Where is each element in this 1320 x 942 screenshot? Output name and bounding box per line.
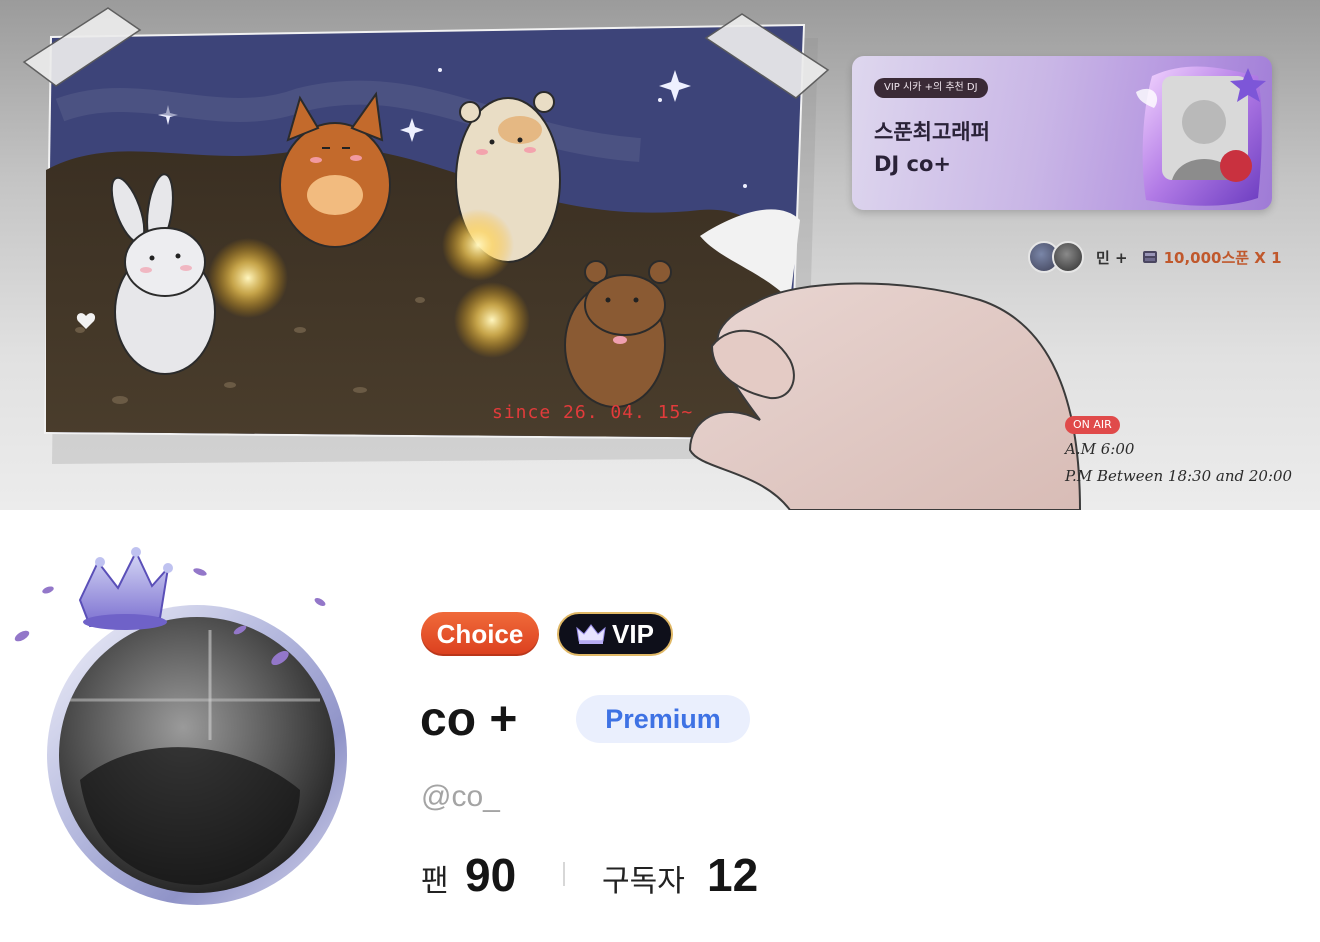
choice-badge: Choice [421, 612, 539, 656]
vip-badge-label: VIP [612, 618, 654, 649]
fan-count[interactable]: 90 [465, 848, 516, 902]
fan-count-label[interactable]: 팬 [421, 856, 449, 900]
since-date-stamp: since 26. 04. 15~ [492, 402, 694, 423]
subscriber-count[interactable]: 12 [707, 848, 758, 902]
subscriber-count-label[interactable]: 구독자 [602, 856, 685, 900]
crown-icon [78, 547, 173, 630]
premium-tier-badge: Premium [576, 695, 750, 743]
on-air-evening-time: P.M Between 18:30 and 20:00 [1065, 467, 1293, 485]
crown-icon [576, 624, 606, 644]
recommend-title: 스푼최고래퍼 [874, 120, 990, 144]
profile-nickname: co + [420, 693, 518, 746]
recommend-dj-name: DJ co+ [874, 152, 952, 176]
recommend-badge: VIP 시카 +의 추천 DJ [874, 78, 988, 98]
stats-divider [563, 862, 565, 886]
gift-spoon-icon [1142, 251, 1157, 263]
on-air-morning-time: A.M 6:00 [1065, 440, 1135, 458]
profile-banner: since 26. 04. 15~ VIP 시카 +의 추천 DJ 스푼최고래퍼… [0, 0, 1320, 510]
gift-sender-name: 민 + [1096, 248, 1128, 267]
gift-amount: 10,000스푼 X 1 [1163, 248, 1282, 267]
vip-badge: VIP [557, 612, 673, 656]
profile-handle: @co_ [421, 780, 500, 813]
gift-summary: 민 + 10,000스푼 X 1 [1028, 240, 1282, 274]
recommended-dj-card[interactable]: VIP 시카 +의 추천 DJ 스푼최고래퍼 DJ co+ [852, 56, 1272, 210]
recommended-dj-avatar [1132, 62, 1272, 212]
gift-sender-avatar [1052, 241, 1084, 273]
on-air-badge: ON AIR [1065, 416, 1120, 434]
profile-avatar[interactable] [0, 540, 380, 920]
